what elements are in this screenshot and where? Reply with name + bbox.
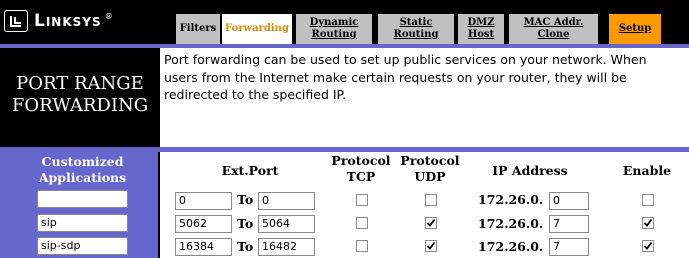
- ip-last-octet-input[interactable]: 0: [549, 192, 589, 210]
- protocol-tcp-header: Protocol TCP: [325, 153, 397, 185]
- application-name-input[interactable]: [37, 190, 128, 208]
- tcp-checkbox[interactable]: [356, 217, 368, 229]
- enable-header: Enable: [622, 163, 672, 178]
- check-icon: [643, 241, 653, 250]
- applications-header: Customized Applications: [35, 154, 130, 186]
- tab-mac-addr-clone[interactable]: MAC Addr. Clone: [509, 14, 598, 44]
- check-icon: [643, 218, 653, 227]
- tab-dmz-host[interactable]: DMZ Host: [458, 14, 504, 44]
- end-port-input[interactable]: 0: [258, 192, 315, 210]
- ip-last-octet-input[interactable]: 7: [549, 215, 589, 233]
- protocol-udp-header: Protocol UDP: [394, 153, 466, 185]
- brand-registered-mark: ®: [104, 11, 113, 21]
- header-text: Customized: [41, 154, 124, 169]
- linksys-logo-icon: [4, 10, 28, 32]
- application-name-input[interactable]: sip: [37, 214, 128, 232]
- tcp-checkbox[interactable]: [356, 240, 368, 252]
- udp-checkbox[interactable]: [425, 240, 437, 252]
- ip-address-header: IP Address: [492, 163, 568, 178]
- tab-forwarding[interactable]: Forwarding: [222, 14, 292, 44]
- end-port-input[interactable]: 16482: [258, 238, 315, 256]
- application-name-input[interactable]: sip-sdp: [37, 237, 128, 255]
- to-label: To: [237, 216, 254, 231]
- ip-prefix: 172.26.0.: [478, 192, 544, 207]
- description-line: Port forwarding can be used to set up pu…: [164, 52, 647, 67]
- top-bar: Linksys ® Filters Forwarding Dynamic Rou…: [0, 0, 689, 44]
- udp-checkbox[interactable]: [425, 217, 437, 229]
- ip-prefix: 172.26.0.: [478, 216, 544, 231]
- page-title-line1: PORT RANGE: [16, 73, 144, 94]
- start-port-input[interactable]: 0: [175, 192, 232, 210]
- udp-checkbox[interactable]: [425, 194, 437, 206]
- description-line: redirected to the specified IP.: [164, 87, 347, 102]
- tab-static-routing[interactable]: Static Routing: [378, 14, 454, 44]
- header-text: UDP: [414, 169, 446, 184]
- to-label: To: [237, 192, 254, 207]
- tab-bar: Filters Forwarding Dynamic Routing Stati…: [172, 9, 689, 44]
- start-port-input[interactable]: 5062: [175, 215, 232, 233]
- enable-checkbox[interactable]: [642, 240, 654, 252]
- tcp-checkbox[interactable]: [356, 194, 368, 206]
- check-icon: [426, 218, 436, 227]
- header-text: Protocol: [331, 153, 391, 168]
- page-description: Port forwarding can be used to set up pu…: [164, 51, 684, 104]
- linksys-logo: Linksys ®: [4, 9, 113, 33]
- to-label: To: [237, 239, 254, 254]
- ip-prefix: 172.26.0.: [478, 239, 544, 254]
- enable-checkbox[interactable]: [642, 217, 654, 229]
- ip-last-octet-input[interactable]: 7: [549, 238, 589, 256]
- end-port-input[interactable]: 5064: [258, 215, 315, 233]
- page-title-line2: FORWARDING: [11, 95, 149, 116]
- header-text: Protocol: [400, 153, 460, 168]
- check-icon: [426, 241, 436, 250]
- start-port-input[interactable]: 16384: [175, 238, 232, 256]
- header-text: TCP: [346, 169, 376, 184]
- tab-dynamic-routing[interactable]: Dynamic Routing: [296, 14, 372, 44]
- column-separator: [158, 152, 160, 258]
- tab-setup[interactable]: Setup: [609, 14, 661, 44]
- header-text: Applications: [38, 170, 127, 185]
- tab-filters[interactable]: Filters: [176, 14, 220, 44]
- ext-port-header: Ext.Port: [221, 163, 279, 178]
- brand-name: Linksys: [34, 11, 102, 31]
- enable-checkbox[interactable]: [642, 194, 654, 206]
- page-title-box: PORT RANGE FORWARDING: [0, 48, 160, 147]
- description-line: users from the Internet make certain req…: [164, 69, 627, 85]
